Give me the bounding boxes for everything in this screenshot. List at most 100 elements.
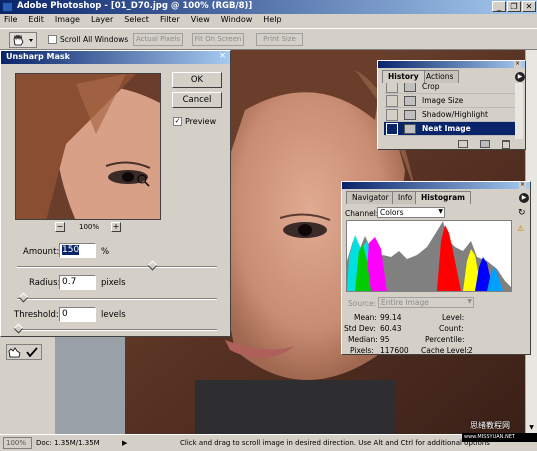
scroll-all-windows-checkbox[interactable] — [48, 35, 57, 44]
trash-icon[interactable] — [502, 140, 510, 149]
pixels-value: 117600 — [380, 346, 409, 355]
zoom-field[interactable]: 100% — [3, 437, 32, 449]
history-item-neat-image[interactable]: Neat Image — [384, 122, 522, 136]
menu-bar: File Edit Image Layer Select Filter View… — [0, 14, 537, 28]
warning-icon: ⚠ — [517, 224, 525, 233]
print-size-button[interactable]: Print Size — [256, 33, 303, 46]
minimize-button[interactable]: _ — [492, 1, 506, 12]
actual-pixels-button[interactable]: Actual Pixels — [133, 33, 183, 46]
amount-slider-track[interactable] — [17, 266, 217, 268]
status-hint: Click and drag to scroll image in desire… — [180, 439, 490, 447]
zoom-value: 100% — [6, 439, 27, 447]
count-label: Count: — [439, 324, 464, 333]
history-item-label: Neat Image — [422, 124, 471, 133]
tool-preset-area[interactable] — [6, 344, 42, 360]
amount-slider-thumb[interactable] — [147, 260, 158, 271]
radius-slider-thumb[interactable] — [18, 292, 29, 303]
menu-select[interactable]: Select — [124, 15, 149, 27]
radius-input[interactable]: 0.7 — [59, 275, 96, 290]
new-document-from-state-icon[interactable] — [458, 140, 468, 148]
radius-label: Radius: — [29, 278, 61, 288]
source-label: Source: — [348, 299, 377, 308]
expand-arrow-icon[interactable]: ▶ — [122, 439, 127, 447]
hand-icon — [13, 34, 33, 46]
history-state-icon — [404, 124, 416, 134]
history-panel-close-icon[interactable]: × — [514, 61, 521, 68]
radius-unit: pixels — [101, 278, 126, 288]
chevron-down-icon: ▼ — [467, 298, 472, 305]
menu-help[interactable]: Help — [263, 15, 281, 27]
close-app-button[interactable]: ✕ — [522, 1, 536, 12]
preview-zoom-level: 100% — [79, 223, 100, 231]
hand-tool-preset[interactable] — [9, 32, 37, 48]
histogram-panel: × Navigator Info Histogram ▶ Channel: Co… — [341, 181, 531, 355]
zoom-in-button[interactable]: + — [111, 222, 121, 232]
menu-layer[interactable]: Layer — [91, 15, 113, 27]
source-select[interactable]: Entire Image ▼ — [378, 297, 474, 308]
app-title-bar: Adobe Photoshop - [01_D70.jpg @ 100% (RG… — [0, 0, 537, 14]
history-list: Crop Image Size Shadow/Highlight Neat Im… — [381, 83, 522, 139]
doc-size: Doc: 1.35M/1.35M — [36, 439, 100, 447]
fit-on-screen-button[interactable]: Fit On Screen — [192, 33, 244, 46]
menu-filter[interactable]: Filter — [160, 15, 180, 27]
cache-level-label: Cache Level: — [421, 346, 470, 355]
threshold-slider-thumb[interactable] — [13, 323, 24, 334]
pixels-label: Pixels: — [350, 346, 374, 355]
history-scrollbar[interactable] — [515, 83, 523, 139]
history-panel-bar[interactable] — [378, 61, 525, 68]
cancel-button[interactable]: Cancel — [172, 92, 222, 108]
refresh-icon[interactable]: ↻ — [518, 208, 526, 218]
median-label: Median: — [348, 335, 378, 344]
amount-unit: % — [101, 247, 110, 257]
histogram-panel-bar[interactable] — [342, 182, 530, 189]
history-panel: × History Actions ▶ Crop Image Size Shad… — [377, 60, 526, 150]
tab-actions[interactable]: Actions — [420, 70, 460, 83]
level-label: Level: — [442, 313, 465, 322]
preview-label: Preview — [185, 117, 217, 126]
new-snapshot-icon[interactable] — [480, 140, 490, 148]
radius-slider-track[interactable] — [17, 298, 217, 300]
scroll-all-windows-label: Scroll All Windows — [60, 35, 129, 44]
channel-select[interactable]: Colors ▼ — [377, 207, 445, 218]
menu-file[interactable]: File — [4, 15, 17, 27]
threshold-label: Threshold: — [14, 310, 59, 320]
ok-button[interactable]: OK — [172, 72, 222, 88]
history-item-crop[interactable]: Crop — [384, 83, 522, 94]
history-state-icon — [404, 96, 416, 106]
zoom-out-button[interactable]: − — [55, 222, 65, 232]
menu-image[interactable]: Image — [55, 15, 80, 27]
histogram-panel-close-icon[interactable]: × — [519, 182, 526, 189]
preview-photo — [16, 74, 160, 219]
histogram-menu-icon[interactable]: ▶ — [519, 193, 529, 203]
dialog-close-icon[interactable]: × — [217, 52, 228, 62]
history-item-shadow-highlight[interactable]: Shadow/Highlight — [384, 108, 522, 122]
history-state-icon — [404, 83, 416, 92]
amount-label: Amount: — [23, 247, 60, 257]
radius-value: 0.7 — [62, 277, 77, 287]
restore-button[interactable]: ❐ — [507, 1, 521, 12]
menu-window[interactable]: Window — [221, 15, 253, 27]
menu-view[interactable]: View — [191, 15, 210, 27]
channel-label: Channel: — [345, 209, 379, 218]
history-menu-icon[interactable]: ▶ — [515, 72, 525, 82]
history-item-label: Shadow/Highlight — [422, 110, 488, 119]
threshold-input[interactable]: 0 — [59, 307, 96, 322]
history-item-image-size[interactable]: Image Size — [384, 94, 522, 108]
threshold-slider-track[interactable] — [17, 329, 217, 331]
histogram-chart — [346, 220, 512, 292]
menu-edit[interactable]: Edit — [28, 15, 44, 27]
scroll-down-arrow-icon[interactable]: ▼ — [527, 424, 536, 433]
cache-level-value: 2 — [468, 346, 473, 355]
options-bar: Scroll All Windows Actual Pixels Fit On … — [0, 28, 537, 50]
percentile-label: Percentile: — [425, 335, 465, 344]
mean-label: Mean: — [354, 313, 377, 322]
filter-preview[interactable] — [15, 73, 161, 220]
amount-input[interactable]: 150 — [59, 243, 96, 258]
history-state-icon — [404, 110, 416, 120]
app-title: Adobe Photoshop - [01_D70.jpg @ 100% (RG… — [17, 1, 253, 11]
hand-and-check-icon — [8, 347, 38, 358]
tab-navigator[interactable]: Navigator — [346, 191, 395, 204]
tab-history[interactable]: History — [382, 70, 425, 83]
preview-checkbox[interactable]: ✓ — [173, 117, 182, 126]
tab-histogram[interactable]: Histogram — [415, 191, 471, 204]
